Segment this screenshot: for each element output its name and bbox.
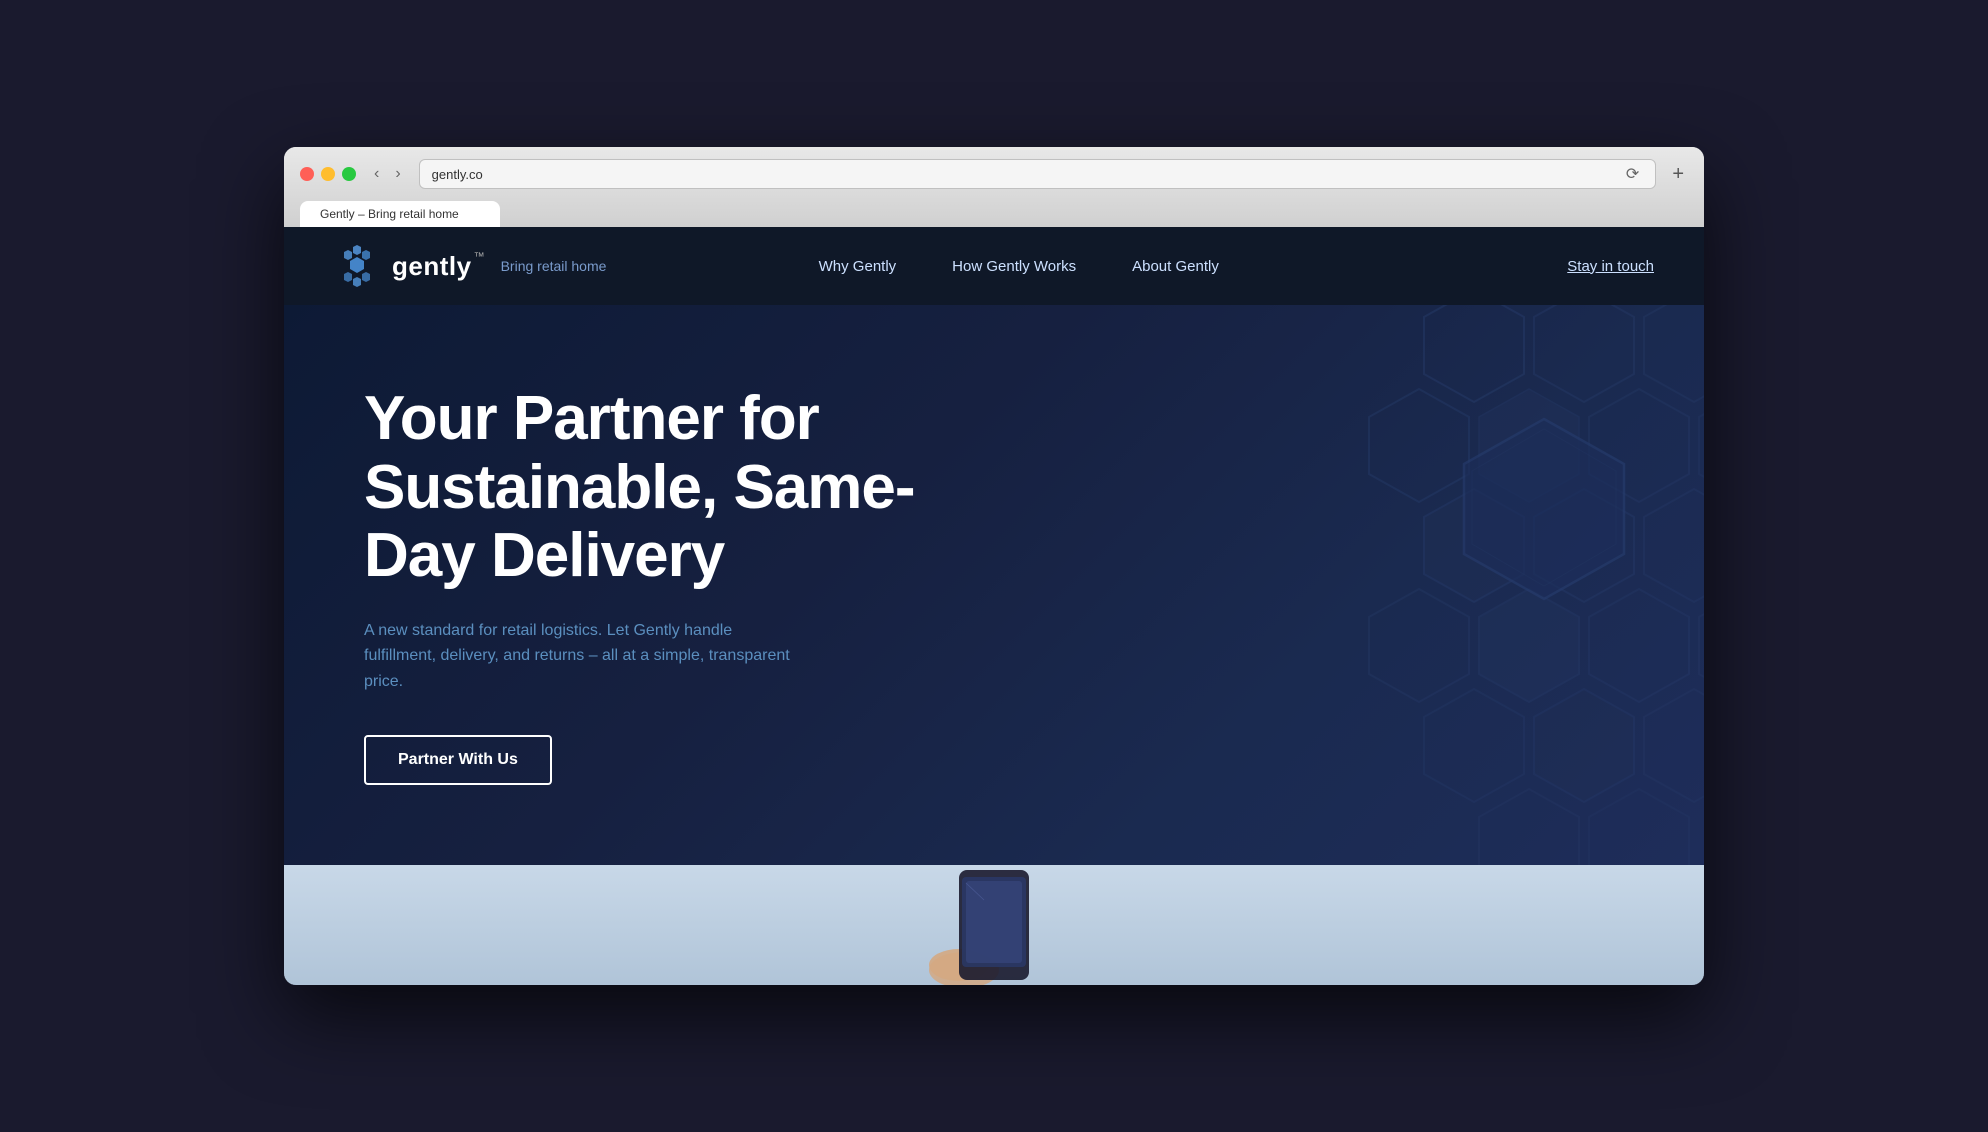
window-controls (300, 167, 356, 181)
hex-background-pattern (1054, 305, 1704, 865)
logo-area: gently ™ Bring retail home (334, 243, 606, 289)
logo-tagline: Bring retail home (501, 258, 607, 274)
logo-trademark: ™ (474, 251, 485, 263)
bottom-section (284, 865, 1704, 985)
new-tab-button[interactable]: + (1668, 163, 1688, 186)
nav-link-why-gently[interactable]: Why Gently (791, 258, 925, 275)
logo-text-group: gently ™ (392, 251, 485, 282)
address-bar[interactable]: ⟳ (419, 159, 1657, 189)
logo-icon (334, 243, 380, 289)
browser-window: ‹ › ⟳ + Gently – Bring retail home (284, 147, 1704, 985)
nav-link-about-gently[interactable]: About Gently (1104, 258, 1247, 275)
logo-name: gently (392, 251, 472, 282)
hero-subtitle: A new standard for retail logistics. Let… (364, 618, 804, 695)
partner-with-us-button[interactable]: Partner With Us (364, 735, 552, 785)
nav-links: Why Gently How Gently Works About Gently (791, 258, 1247, 275)
minimize-window-button[interactable] (321, 167, 335, 181)
main-nav: gently ™ Bring retail home Why Gently Ho… (284, 227, 1704, 305)
forward-button[interactable]: › (389, 163, 406, 185)
hero-title: Your Partner for Sustainable, Same-Day D… (364, 385, 924, 590)
browser-tabs: Gently – Bring retail home (300, 201, 1688, 227)
refresh-button[interactable]: ⟳ (1622, 160, 1643, 188)
tab-label: Gently – Bring retail home (320, 207, 459, 221)
nav-cta-stay-in-touch[interactable]: Stay in touch (1567, 258, 1654, 275)
active-tab[interactable]: Gently – Bring retail home (300, 201, 500, 227)
browser-chrome: ‹ › ⟳ + Gently – Bring retail home (284, 147, 1704, 227)
hero-section: Your Partner for Sustainable, Same-Day D… (284, 305, 1704, 865)
nav-link-how-gently-works[interactable]: How Gently Works (924, 258, 1104, 275)
hero-content: Your Partner for Sustainable, Same-Day D… (364, 385, 924, 784)
maximize-window-button[interactable] (342, 167, 356, 181)
back-button[interactable]: ‹ (368, 163, 385, 185)
address-input[interactable] (432, 167, 1622, 182)
website-content: gently ™ Bring retail home Why Gently Ho… (284, 227, 1704, 985)
close-window-button[interactable] (300, 167, 314, 181)
phone-hand-illustration (904, 865, 1084, 985)
browser-nav-buttons: ‹ › (368, 163, 407, 185)
